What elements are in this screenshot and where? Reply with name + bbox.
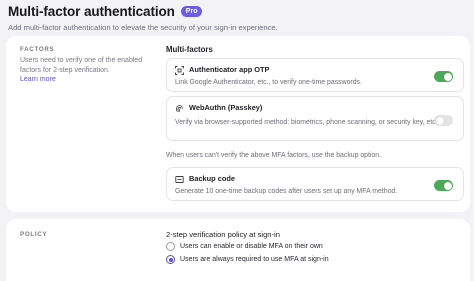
authenticator-toggle[interactable] (434, 71, 453, 82)
fingerprint-icon (175, 104, 184, 113)
multi-factors-title: Multi-factors (166, 45, 213, 54)
title-row: Multi-factor authentication Pro (8, 4, 278, 19)
factor-description: Verify via browser-supported method: bio… (175, 119, 438, 126)
backup-code-icon (175, 175, 184, 184)
pro-badge: Pro (180, 6, 203, 17)
policy-card: POLICY 2-step verification policy at sig… (6, 219, 470, 281)
factors-description: Users need to verify one of the enabled … (20, 56, 148, 85)
policy-title: 2-step verification policy at sign-in (166, 230, 280, 239)
page-subtitle: Add multi-factor authentication to eleva… (8, 23, 278, 32)
factors-description-text: Users need to verify one of the enabled … (20, 57, 143, 74)
factor-name: WebAuthn (Passkey) (189, 103, 263, 112)
toggle-knob (443, 181, 452, 190)
policy-option-required[interactable]: Users are always required to use MFA at … (166, 255, 329, 264)
factor-description: Generate 10 one-time backup codes after … (175, 188, 398, 195)
factors-card: FACTORS Users need to verify one of the … (6, 36, 470, 212)
page-header: Multi-factor authentication Pro Add mult… (8, 4, 278, 32)
radio-button[interactable] (166, 242, 175, 251)
toggle-knob (435, 116, 444, 125)
factor-webauthn: WebAuthn (Passkey) Verify via browser-su… (166, 96, 464, 141)
radio-button-selected[interactable] (166, 255, 175, 264)
toggle-knob (443, 72, 452, 81)
webauthn-toggle[interactable] (434, 115, 453, 126)
factor-backup-code: Backup code Generate 10 one-time backup … (166, 167, 464, 201)
radio-label: Users are always required to use MFA at … (180, 256, 329, 263)
learn-more-link[interactable]: Learn more (20, 75, 148, 85)
factors-section-label: FACTORS (20, 46, 55, 53)
factor-description: Link Google Authenticator, etc., to veri… (175, 79, 362, 86)
factor-name: Backup code (189, 174, 236, 183)
factor-authenticator-app: Authenticator app OTP Link Google Authen… (166, 58, 464, 92)
policy-option-optional[interactable]: Users can enable or disable MFA on their… (166, 242, 323, 251)
factor-name: Authenticator app OTP (189, 65, 270, 74)
page-title: Multi-factor authentication (8, 4, 175, 19)
backup-code-toggle[interactable] (434, 180, 453, 191)
policy-section-label: POLICY (20, 231, 48, 238)
backup-note: When users can't verify the above MFA fa… (166, 152, 382, 159)
qr-scan-icon (175, 66, 184, 75)
radio-label: Users can enable or disable MFA on their… (180, 243, 323, 250)
